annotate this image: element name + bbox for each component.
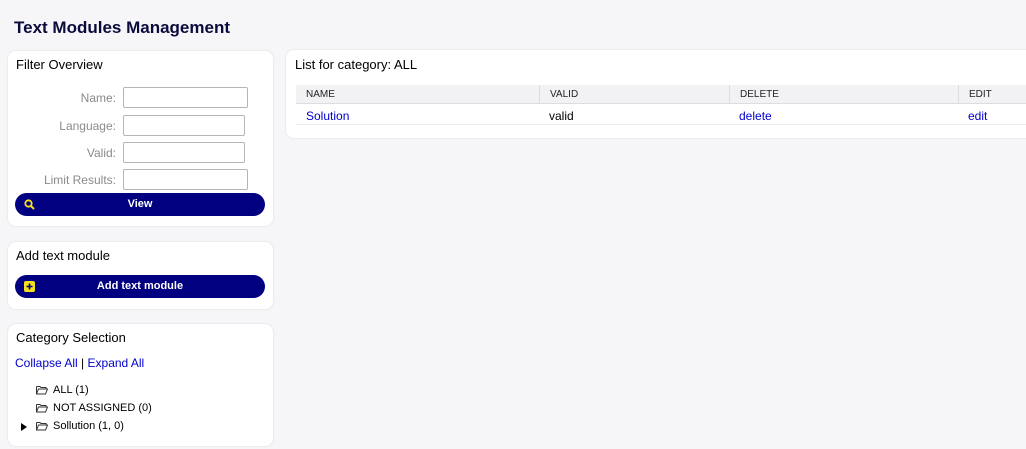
category-item-not-assigned[interactable]: NOT ASSIGNED (0) <box>36 402 152 416</box>
filter-overview-title: Filter Overview <box>16 57 103 72</box>
filter-overview-panel: Filter Overview Name: Language: Valid: L… <box>8 51 273 226</box>
filter-name-label: Name: <box>80 91 116 105</box>
caret-right-icon[interactable] <box>21 423 27 431</box>
filter-language-row: Language: <box>8 115 273 137</box>
view-button-label: View <box>127 198 153 210</box>
view-button[interactable]: View <box>15 193 265 216</box>
folder-open-icon <box>36 386 49 395</box>
plus-square-icon <box>24 281 35 292</box>
filter-name-row: Name: <box>8 87 273 109</box>
filter-language-label: Language: <box>59 119 116 133</box>
column-header-valid[interactable]: VALID <box>539 85 729 104</box>
filter-valid-label: Valid: <box>86 146 116 160</box>
category-item-label: NOT ASSIGNED (0) <box>53 402 152 414</box>
column-header-edit[interactable]: EDIT <box>958 85 1026 104</box>
text-module-list-panel: List for category: ALL NAME VALID DELETE… <box>286 50 1026 138</box>
table-row: Solution valid delete edit <box>296 105 1026 125</box>
row-edit-link[interactable]: edit <box>968 109 987 123</box>
category-item-all[interactable]: ALL (1) <box>36 384 89 398</box>
list-title: List for category: ALL <box>295 57 418 72</box>
category-item-sollution[interactable]: Sollution (1, 0) <box>21 420 124 434</box>
filter-name-input[interactable] <box>123 87 248 108</box>
links-separator: | <box>81 356 85 370</box>
category-item-label: Sollution (1, 0) <box>53 420 124 432</box>
filter-limit-row: Limit Results: <box>8 169 273 191</box>
add-text-module-button[interactable]: Add text module <box>15 275 265 298</box>
table-header: NAME VALID DELETE EDIT <box>296 85 1026 104</box>
tree-toggle-links: Collapse All | Expand All <box>15 356 144 370</box>
category-selection-title: Category Selection <box>16 330 126 345</box>
folder-open-icon <box>36 404 49 413</box>
row-delete-link[interactable]: delete <box>739 109 772 123</box>
expand-all-link[interactable]: Expand All <box>88 356 145 370</box>
column-header-delete[interactable]: DELETE <box>729 85 958 104</box>
category-selection-panel: Category Selection Collapse All | Expand… <box>8 324 273 446</box>
add-text-module-panel: Add text module Add text module <box>8 242 273 309</box>
add-text-module-button-label: Add text module <box>96 280 184 292</box>
add-text-module-title: Add text module <box>16 248 110 263</box>
filter-valid-input[interactable] <box>123 142 245 163</box>
folder-open-icon <box>36 422 49 431</box>
filter-limit-label: Limit Results: <box>43 173 116 187</box>
category-item-label: ALL (1) <box>53 384 89 396</box>
row-name-link[interactable]: Solution <box>306 109 349 123</box>
column-header-name[interactable]: NAME <box>296 85 539 104</box>
search-icon <box>24 199 35 210</box>
filter-language-input[interactable] <box>123 115 245 136</box>
page-title: Text Modules Management <box>14 18 230 37</box>
collapse-all-link[interactable]: Collapse All <box>15 356 78 370</box>
row-valid: valid <box>549 109 574 123</box>
filter-limit-input[interactable] <box>123 169 248 190</box>
filter-valid-row: Valid: <box>8 142 273 164</box>
